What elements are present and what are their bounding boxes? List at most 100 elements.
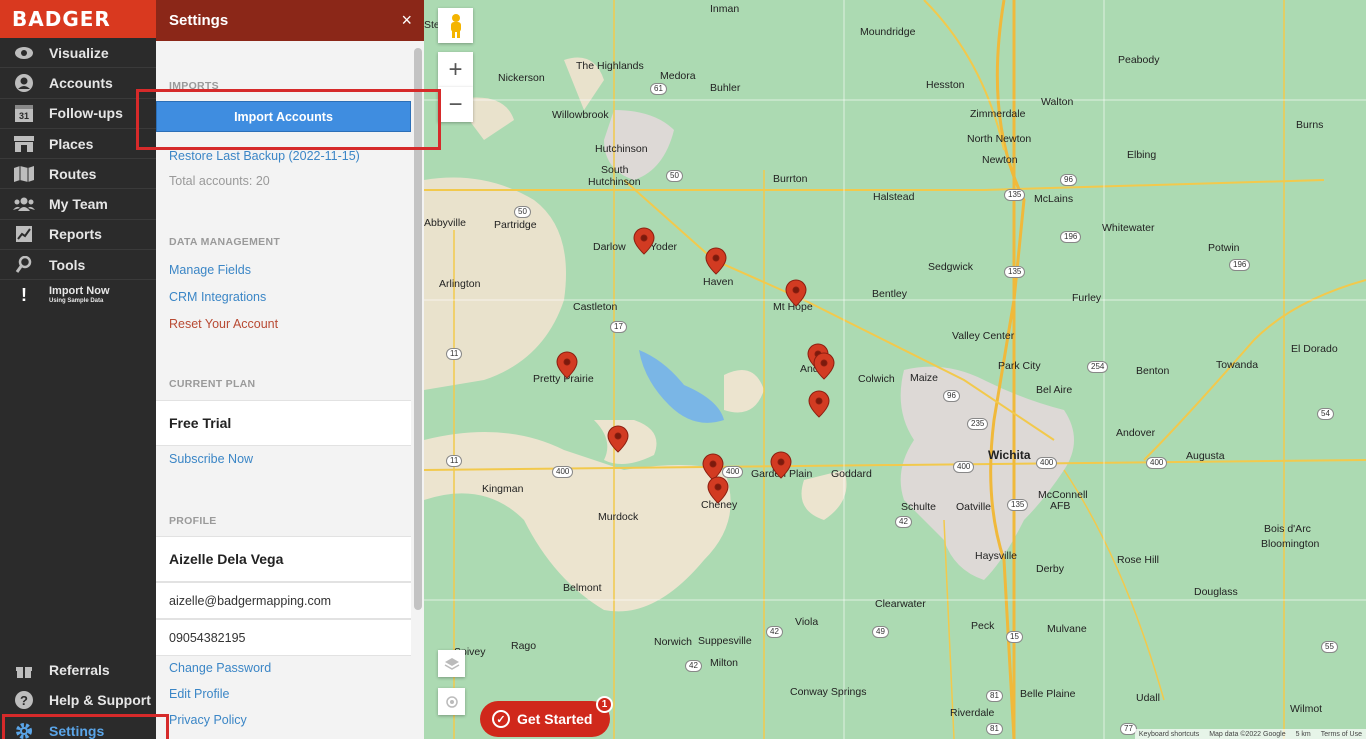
change-password-link[interactable]: Change Password bbox=[169, 661, 271, 675]
crm-integrations-link[interactable]: CRM Integrations bbox=[169, 290, 266, 304]
calendar-icon: 31 bbox=[12, 103, 36, 123]
nav-label: Follow-ups bbox=[49, 105, 123, 122]
profile-section-title: PROFILE bbox=[169, 515, 217, 527]
nav-places[interactable]: Places bbox=[0, 129, 156, 160]
map-label: Belmont bbox=[563, 582, 602, 594]
nav-follow-ups[interactable]: 31 Follow-ups bbox=[0, 99, 156, 129]
restore-backup-link[interactable]: Restore Last Backup (2022-11-15) bbox=[169, 149, 360, 163]
street-view-pegman-icon[interactable] bbox=[438, 8, 473, 43]
store-icon bbox=[12, 134, 36, 154]
panel-header: Settings × bbox=[156, 0, 424, 41]
import-now-text: Import Now Using Sample Data bbox=[49, 286, 110, 305]
route-shield: 135 bbox=[1004, 189, 1026, 201]
route-shield: 96 bbox=[1060, 174, 1077, 186]
map-label: Belle Plaine bbox=[1020, 688, 1076, 700]
map-label: Bloomington bbox=[1261, 538, 1320, 550]
keyboard-shortcuts-link[interactable]: Keyboard shortcuts bbox=[1139, 731, 1199, 738]
map-label: Elbing bbox=[1127, 149, 1157, 161]
map-data-text: Map data ©2022 Google bbox=[1209, 730, 1286, 738]
map-label: Riverdale bbox=[950, 707, 995, 719]
route-shield: 54 bbox=[1317, 408, 1334, 420]
route-shield: 49 bbox=[872, 626, 889, 638]
map-label: Yoder bbox=[650, 241, 678, 253]
settings-panel: Settings × IMPORTS Import Accounts Resto… bbox=[156, 0, 424, 739]
nav-accounts[interactable]: Accounts bbox=[0, 68, 156, 99]
map-label: Suppesville bbox=[698, 635, 752, 647]
route-shield: 135 bbox=[1004, 266, 1026, 278]
route-shield: 42 bbox=[895, 516, 912, 528]
nav-label: Routes bbox=[49, 165, 97, 182]
subscribe-now-link[interactable]: Subscribe Now bbox=[169, 452, 253, 466]
map-label: Pretty Prairie bbox=[533, 373, 594, 385]
data-management-section-title: DATA MANAGEMENT bbox=[169, 236, 281, 248]
map-icon bbox=[12, 164, 36, 184]
close-icon[interactable]: × bbox=[401, 10, 412, 31]
map-label: Hutchinson bbox=[588, 176, 641, 188]
map-label: Colwich bbox=[858, 373, 895, 385]
chart-icon bbox=[12, 224, 36, 244]
nav-help-support[interactable]: ? Help & Support bbox=[0, 685, 156, 715]
map-label: Zimmerdale bbox=[970, 108, 1026, 120]
check-icon: ✓ bbox=[492, 710, 510, 728]
map-view[interactable]: Inman Moundridge Peabody Ste Nickerson T… bbox=[424, 0, 1366, 739]
nav-settings[interactable]: Settings bbox=[0, 716, 156, 739]
map-label: Derby bbox=[1036, 563, 1065, 575]
map-label: Furley bbox=[1072, 292, 1102, 304]
nav-import-now[interactable]: ! Import Now Using Sample Data bbox=[0, 280, 156, 310]
route-shield: 61 bbox=[650, 83, 667, 95]
map-label: Goddard bbox=[831, 468, 872, 480]
nav-reports[interactable]: Reports bbox=[0, 220, 156, 251]
badger-logo[interactable]: BADGER bbox=[0, 0, 156, 38]
map-label: Mt Hope bbox=[773, 301, 813, 313]
import-accounts-button[interactable]: Import Accounts bbox=[156, 101, 411, 132]
route-shield: 50 bbox=[666, 170, 683, 182]
map-label: Rago bbox=[511, 640, 537, 652]
route-shield: 50 bbox=[514, 206, 531, 218]
terms-link[interactable]: Terms of Use bbox=[1321, 731, 1362, 738]
zoom-out-button[interactable]: − bbox=[438, 87, 473, 122]
nav-label: Accounts bbox=[49, 74, 113, 91]
manage-fields-link[interactable]: Manage Fields bbox=[169, 263, 251, 277]
get-started-button[interactable]: ✓ Get Started bbox=[480, 701, 610, 737]
nav-label: Referrals bbox=[49, 662, 110, 679]
map-label: McLains bbox=[1034, 193, 1074, 205]
nav-label: Visualize bbox=[49, 44, 109, 61]
map-label: North Newton bbox=[967, 133, 1032, 145]
route-shield: 196 bbox=[1060, 231, 1082, 243]
edit-profile-link[interactable]: Edit Profile bbox=[169, 687, 229, 701]
nav-referrals[interactable]: Referrals bbox=[0, 655, 156, 685]
panel-scrollbar[interactable] bbox=[414, 48, 422, 610]
reset-account-link[interactable]: Reset Your Account bbox=[169, 317, 278, 331]
notification-badge: 1 bbox=[596, 696, 613, 713]
map-label: Darlow bbox=[593, 241, 626, 253]
nav-routes[interactable]: Routes bbox=[0, 159, 156, 190]
map-label: AFB bbox=[1050, 500, 1071, 512]
my-location-icon[interactable] bbox=[438, 688, 465, 715]
zoom-in-button[interactable]: + bbox=[438, 52, 473, 87]
map-label: Conway Springs bbox=[790, 686, 867, 698]
route-shield: 196 bbox=[1229, 259, 1251, 271]
sidebar-bottom: Referrals ? Help & Support Settings bbox=[0, 655, 156, 739]
map-label: Hesston bbox=[926, 79, 965, 91]
map-label: Bois d'Arc bbox=[1264, 523, 1311, 535]
question-icon: ? bbox=[12, 690, 36, 710]
map-label: Clearwater bbox=[875, 598, 926, 610]
privacy-policy-link[interactable]: Privacy Policy bbox=[169, 713, 247, 727]
map-label: Maize bbox=[910, 372, 939, 384]
nav-tools[interactable]: Tools bbox=[0, 250, 156, 281]
nav-visualize[interactable]: Visualize bbox=[0, 38, 156, 69]
users-icon bbox=[12, 194, 36, 214]
nav-label: Help & Support bbox=[49, 692, 151, 709]
layers-icon[interactable] bbox=[438, 650, 465, 677]
map-label: Mulvane bbox=[1047, 623, 1087, 635]
nav-my-team[interactable]: My Team bbox=[0, 189, 156, 220]
nav-label: Settings bbox=[49, 722, 105, 739]
nav-label: Places bbox=[49, 135, 94, 152]
panel-title: Settings bbox=[169, 12, 229, 29]
route-shield: 400 bbox=[722, 466, 744, 478]
exclamation-icon: ! bbox=[21, 285, 27, 306]
route-shield: 254 bbox=[1087, 361, 1109, 373]
svg-text:31: 31 bbox=[19, 111, 29, 121]
map-label: Inman bbox=[710, 3, 740, 15]
map-label: Partridge bbox=[494, 219, 537, 231]
